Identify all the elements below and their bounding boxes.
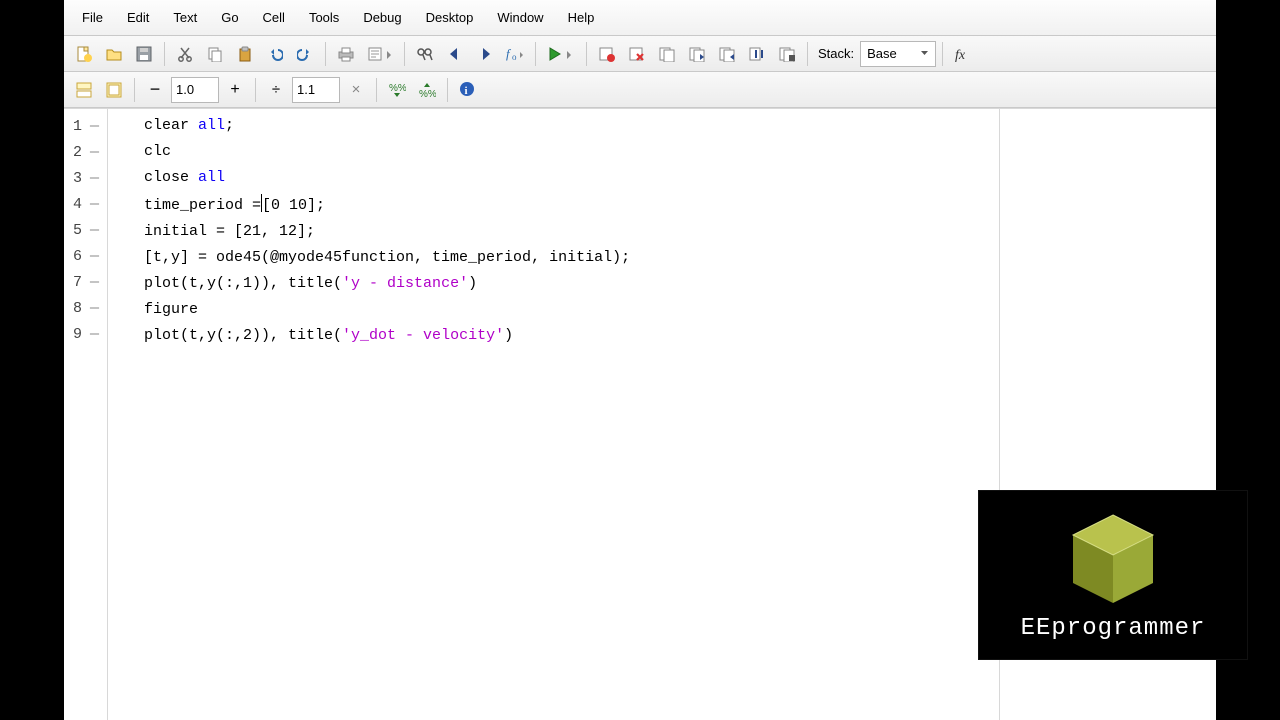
svg-text:%%: %%: [419, 89, 436, 99]
line-execute-marker: —: [86, 248, 99, 265]
line-execute-marker: —: [86, 222, 99, 239]
svg-text:%%: %%: [389, 83, 406, 94]
exit-debug-icon[interactable]: [773, 40, 801, 68]
cut-icon[interactable]: [171, 40, 199, 68]
menu-tools[interactable]: Tools: [297, 4, 351, 31]
print-icon[interactable]: [332, 40, 360, 68]
svg-text:i: i: [465, 85, 468, 97]
separator-icon: [376, 78, 377, 102]
code-editor[interactable]: clear all; clc close all time_period =[0…: [108, 109, 1000, 720]
menu-edit[interactable]: Edit: [115, 4, 161, 31]
cell-enable-icon[interactable]: [70, 76, 98, 104]
step-in-icon[interactable]: [683, 40, 711, 68]
watermark-text: EEprogrammer: [1021, 615, 1206, 642]
run-icon[interactable]: [542, 40, 580, 68]
menu-window[interactable]: Window: [485, 4, 555, 31]
publish-icon[interactable]: [362, 40, 398, 68]
paste-icon[interactable]: [231, 40, 259, 68]
watermark-logo: EEprogrammer: [978, 490, 1248, 660]
divide-value-input[interactable]: [292, 77, 340, 103]
separator-icon: [942, 42, 943, 66]
stack-label: Stack:: [814, 46, 858, 61]
line-execute-marker: —: [86, 326, 99, 343]
menu-file[interactable]: File: [70, 4, 115, 31]
line-number: 6: [64, 248, 86, 265]
zoom-value-input[interactable]: [171, 77, 219, 103]
menu-text[interactable]: Text: [161, 4, 209, 31]
line-number: 4: [64, 196, 86, 213]
separator-icon: [586, 42, 587, 66]
line-execute-marker: —: [86, 118, 99, 135]
menu-cell[interactable]: Cell: [251, 4, 297, 31]
menu-help[interactable]: Help: [556, 4, 607, 31]
copy-icon[interactable]: [201, 40, 229, 68]
save-icon[interactable]: [130, 40, 158, 68]
line-execute-marker: —: [86, 196, 99, 213]
cell-insert-above-icon[interactable]: %%: [383, 76, 411, 104]
new-file-icon[interactable]: [70, 40, 98, 68]
zoom-out-button[interactable]: −: [141, 76, 169, 104]
line-number: 2: [64, 144, 86, 161]
fx-icon[interactable]: fx: [949, 40, 977, 68]
step-out-icon[interactable]: [713, 40, 741, 68]
clear-breakpoints-icon[interactable]: [623, 40, 651, 68]
line-number: 3: [64, 170, 86, 187]
divide-clear-button[interactable]: ×: [342, 76, 370, 104]
info-icon[interactable]: i: [454, 76, 482, 104]
line-execute-marker: —: [86, 170, 99, 187]
line-execute-marker: —: [86, 274, 99, 291]
chevron-down-icon: [920, 49, 929, 58]
line-execute-marker: —: [86, 300, 99, 317]
redo-icon[interactable]: [291, 40, 319, 68]
line-number: 9: [64, 326, 86, 343]
stack-combo[interactable]: Base: [860, 41, 936, 67]
line-number: 7: [64, 274, 86, 291]
menu-go[interactable]: Go: [209, 4, 250, 31]
set-breakpoint-icon[interactable]: [593, 40, 621, 68]
nav-forward-icon[interactable]: [471, 40, 499, 68]
cube-icon: [1058, 509, 1168, 609]
zoom-in-button[interactable]: +: [221, 76, 249, 104]
step-icon[interactable]: [653, 40, 681, 68]
separator-icon: [255, 78, 256, 102]
separator-icon: [134, 78, 135, 102]
line-execute-marker: —: [86, 144, 99, 161]
separator-icon: [535, 42, 536, 66]
separator-icon: [164, 42, 165, 66]
separator-icon: [404, 42, 405, 66]
undo-icon[interactable]: [261, 40, 289, 68]
svg-text:o: o: [512, 52, 517, 62]
open-file-icon[interactable]: [100, 40, 128, 68]
function-icon[interactable]: fo: [501, 40, 529, 68]
cell-eval-icon[interactable]: [100, 76, 128, 104]
line-gutter: 1— 2— 3— 4— 5— 6— 7— 8— 9—: [64, 109, 108, 720]
main-toolbar: fo Stack: Base: [64, 36, 1216, 72]
divide-button[interactable]: ÷: [262, 76, 290, 104]
cell-insert-below-icon[interactable]: %%: [413, 76, 441, 104]
continue-icon[interactable]: [743, 40, 771, 68]
menu-debug[interactable]: Debug: [351, 4, 413, 31]
line-number: 1: [64, 118, 86, 135]
svg-text:fx: fx: [955, 48, 966, 62]
nav-back-icon[interactable]: [441, 40, 469, 68]
separator-icon: [447, 78, 448, 102]
menu-desktop[interactable]: Desktop: [414, 4, 486, 31]
line-number: 5: [64, 222, 86, 239]
menubar: File Edit Text Go Cell Tools Debug Deskt…: [64, 0, 1216, 36]
stack-value: Base: [867, 46, 897, 61]
cell-toolbar: − + ÷ × %% %% i: [64, 72, 1216, 108]
separator-icon: [807, 42, 808, 66]
text-cursor: [261, 194, 262, 212]
line-number: 8: [64, 300, 86, 317]
find-icon[interactable]: [411, 40, 439, 68]
separator-icon: [325, 42, 326, 66]
